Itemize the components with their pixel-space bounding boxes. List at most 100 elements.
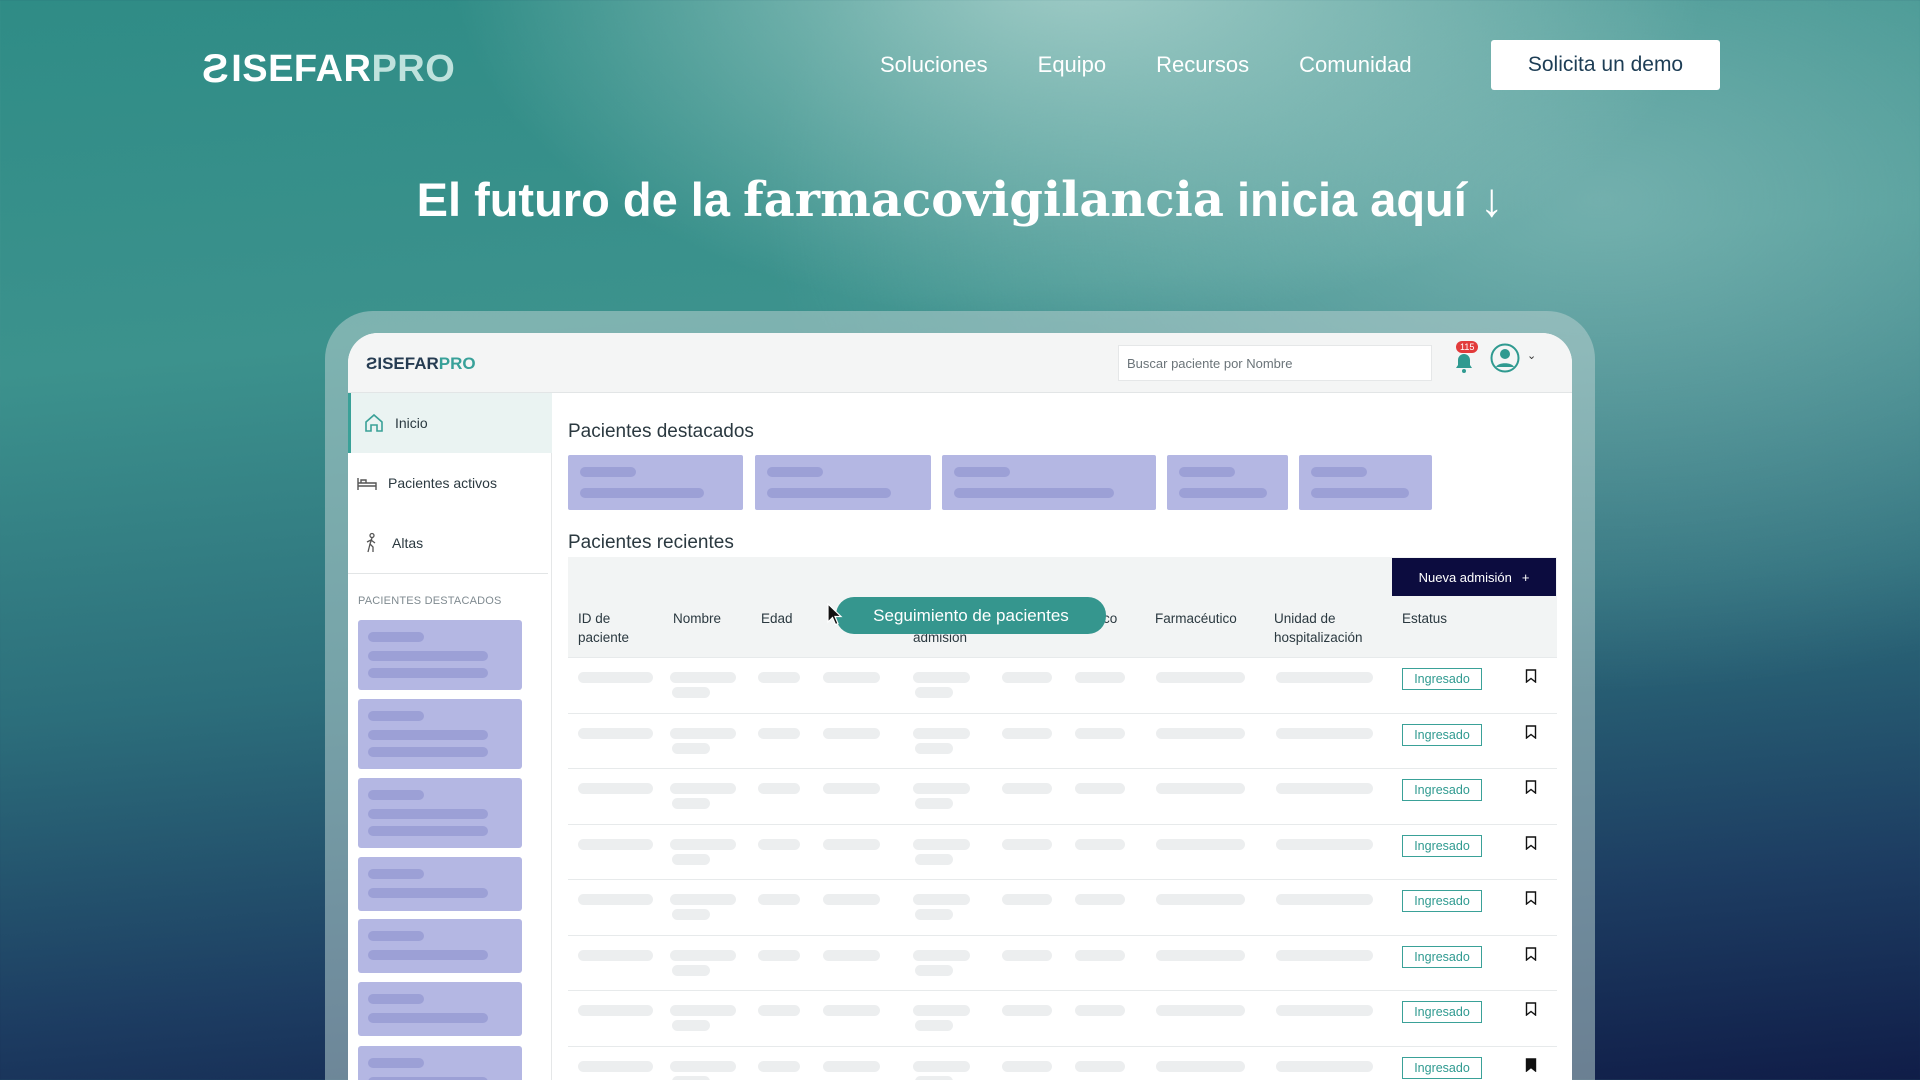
placeholder-bar [913, 728, 970, 739]
placeholder-bar [578, 1005, 653, 1016]
placeholder-bar [823, 894, 880, 905]
placeholder-bar [758, 1005, 800, 1016]
status-badge: Ingresado [1402, 835, 1482, 857]
placeholder-bar [672, 743, 710, 754]
placeholder-bar [758, 783, 800, 794]
placeholder-bar [823, 783, 880, 794]
request-demo-button[interactable]: Solicita un demo [1491, 40, 1720, 90]
new-admission-button[interactable]: Nueva admisión + [1392, 558, 1556, 596]
column-header-id[interactable]: ID de paciente [578, 609, 648, 647]
status-badge: Ingresado [1402, 724, 1482, 746]
placeholder-bar [1075, 728, 1125, 739]
nav-link-comunidad[interactable]: Comunidad [1299, 52, 1412, 78]
featured-patient-tile[interactable] [942, 455, 1156, 510]
placeholder-bar [823, 950, 880, 961]
placeholder-bar [915, 909, 953, 920]
placeholder-bar [1075, 839, 1125, 850]
placeholder-bar [1156, 894, 1245, 905]
user-avatar-icon[interactable] [1490, 343, 1520, 373]
bookmark-icon[interactable] [1525, 1058, 1537, 1072]
status-badge: Ingresado [1402, 890, 1482, 912]
bookmark-icon[interactable] [1525, 780, 1537, 794]
app-header: ƧISEFARPRO Buscar paciente por Nombre 11… [348, 333, 1572, 393]
placeholder-bar [1002, 839, 1052, 850]
placeholder-bar [1276, 1005, 1373, 1016]
app-logo[interactable]: ƧISEFARPRO [366, 354, 476, 374]
placeholder-bar [578, 839, 653, 850]
placeholder-bar [670, 1061, 736, 1072]
placeholder-bar [672, 965, 710, 976]
placeholder-bar [913, 1061, 970, 1072]
placeholder-bar [915, 1076, 953, 1080]
bookmark-icon[interactable] [1525, 947, 1537, 961]
featured-patient-card[interactable] [358, 857, 522, 911]
sidebar-item-pacientes-activos[interactable]: Pacientes activos [348, 453, 552, 513]
brand-logo[interactable]: Ƨ ISEFAR PRO [202, 47, 455, 92]
column-header-pharmacist[interactable]: Farmacéutico [1155, 609, 1237, 628]
placeholder-bar [1276, 894, 1373, 905]
bookmark-icon[interactable] [1525, 891, 1537, 905]
column-header-name[interactable]: Nombre [673, 609, 721, 628]
sidebar-item-inicio[interactable]: Inicio [348, 393, 552, 453]
placeholder-bar [915, 854, 953, 865]
bookmark-icon[interactable] [1525, 1002, 1537, 1016]
placeholder-bar [915, 687, 953, 698]
featured-patient-tile[interactable] [1167, 455, 1288, 510]
mouse-cursor-icon [827, 603, 843, 626]
featured-patient-tile[interactable] [568, 455, 743, 510]
placeholder-bar [670, 950, 736, 961]
placeholder-bar [915, 798, 953, 809]
bookmark-icon[interactable] [1525, 669, 1537, 683]
placeholder-bar [758, 1061, 800, 1072]
featured-patient-card[interactable] [358, 620, 522, 690]
placeholder-bar [758, 672, 800, 683]
column-header-status[interactable]: Estatus [1402, 609, 1447, 628]
app-logo-mark: Ƨ [366, 354, 378, 373]
brand-logo-text: ISEFAR [231, 48, 372, 90]
placeholder-bar [1075, 672, 1125, 683]
featured-patient-card[interactable] [358, 1046, 522, 1080]
nav-link-recursos[interactable]: Recursos [1156, 52, 1249, 78]
placeholder-bar [913, 672, 970, 683]
bookmark-icon[interactable] [1525, 836, 1537, 850]
featured-patient-card[interactable] [358, 699, 522, 769]
featured-patient-card[interactable] [358, 982, 522, 1036]
placeholder-bar [1075, 950, 1125, 961]
placeholder-bar [823, 1061, 880, 1072]
placeholder-bar [672, 798, 710, 809]
placeholder-bar [1075, 894, 1125, 905]
placeholder-bar [758, 950, 800, 961]
featured-patient-card[interactable] [358, 778, 522, 848]
placeholder-bar [578, 950, 653, 961]
placeholder-bar [1156, 672, 1245, 683]
placeholder-bar [1276, 1061, 1373, 1072]
placeholder-bar [1156, 839, 1245, 850]
placeholder-bar [578, 672, 653, 683]
arrow-down-icon: ↓ [1479, 173, 1504, 226]
placeholder-bar [578, 894, 653, 905]
featured-patient-tile[interactable] [755, 455, 931, 510]
featured-patient-card[interactable] [358, 919, 522, 973]
featured-patient-tile[interactable] [1299, 455, 1432, 510]
column-header-age[interactable]: Edad [761, 609, 793, 628]
chevron-down-icon[interactable]: ⌄ [1527, 349, 1536, 362]
walking-person-icon [366, 532, 376, 553]
sidebar-divider [348, 573, 548, 574]
nav-link-equipo[interactable]: Equipo [1038, 52, 1107, 78]
placeholder-bar [1156, 728, 1245, 739]
nav-link-soluciones[interactable]: Soluciones [880, 52, 988, 78]
bell-icon[interactable] [1452, 351, 1476, 375]
patient-search-input[interactable]: Buscar paciente por Nombre [1118, 345, 1432, 381]
placeholder-bar [1002, 894, 1052, 905]
sidebar-item-altas[interactable]: Altas [348, 513, 552, 573]
placeholder-bar [578, 1061, 653, 1072]
placeholder-bar [670, 1005, 736, 1016]
placeholder-bar [670, 783, 736, 794]
bookmark-icon[interactable] [1525, 725, 1537, 739]
new-admission-label: Nueva admisión [1418, 569, 1512, 585]
placeholder-bar [1276, 672, 1373, 683]
column-header-unit[interactable]: Unidad de hospitalización [1274, 609, 1384, 647]
placeholder-bar [823, 839, 880, 850]
home-icon [365, 413, 383, 432]
placeholder-bar [1075, 1061, 1125, 1072]
